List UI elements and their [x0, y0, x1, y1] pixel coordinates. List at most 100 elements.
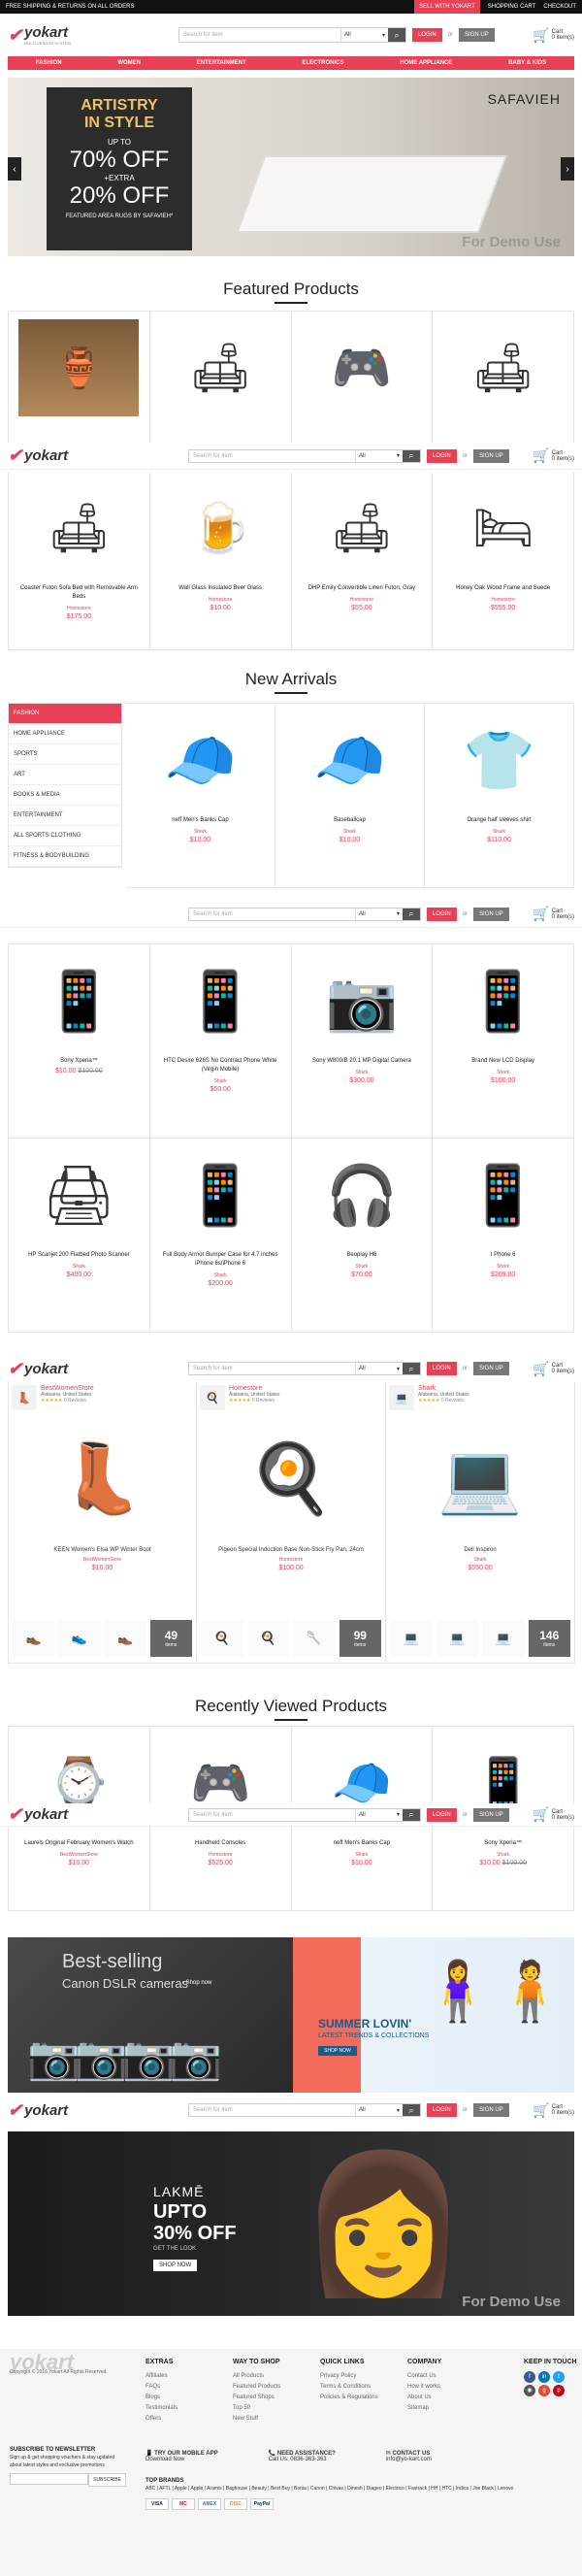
store-name[interactable]: Shark — [425, 829, 573, 835]
nav-item[interactable]: BABY & KIDS — [508, 60, 546, 66]
cart[interactable]: 🛒 Cart 0 item(s) — [533, 2102, 574, 2119]
search-button[interactable]: ⌕ — [403, 449, 420, 462]
login-button[interactable]: LOGIN — [427, 448, 457, 463]
mobile-app-block[interactable]: 📱 TRY OUR MOBILE APP Download Now — [146, 2450, 218, 2462]
shop-now-button[interactable]: SHOP NOW — [153, 2260, 198, 2271]
store-name[interactable]: Homestore — [229, 1385, 280, 1392]
store-name[interactable]: Shark — [275, 829, 424, 835]
footer-link[interactable]: How it works — [407, 2382, 441, 2393]
product-card[interactable]: 🧢 neff Men's Banks Cap Shark $10.00 — [126, 704, 275, 888]
login-button[interactable]: LOGIN — [412, 28, 442, 42]
more-items-button[interactable]: 146 items — [528, 1620, 570, 1657]
footer-link[interactable]: All Products — [233, 2371, 280, 2382]
product-name[interactable]: Laurels Original February Women's Watch — [9, 1839, 149, 1848]
signup-button[interactable]: SIGN UP — [473, 448, 509, 463]
footer-link[interactable]: Offers — [146, 2414, 178, 2425]
footer-link[interactable]: Policies & Regulations — [320, 2393, 378, 2403]
category-select[interactable]: All ▾ — [356, 2104, 403, 2116]
store-name[interactable]: Shark — [292, 1852, 433, 1858]
category-select[interactable]: All ▾ — [356, 450, 403, 462]
footer-link[interactable]: FAQs — [146, 2382, 178, 2393]
thumbnail[interactable]: 💻 — [482, 1620, 525, 1657]
search-button[interactable]: ⌕ — [403, 2104, 420, 2116]
checkout-link[interactable]: CHECKOUT — [543, 4, 576, 10]
search-input[interactable]: Search for item — [189, 908, 356, 920]
sidebar-category[interactable]: FASHION — [9, 704, 121, 724]
store-name[interactable]: Shark — [433, 1070, 573, 1075]
store-header[interactable]: 👢 BestWomenStore Alabama, United States ★★★… — [9, 1382, 196, 1415]
more-items-button[interactable]: 49 items — [149, 1620, 192, 1657]
search-button[interactable]: ⌕ — [403, 1808, 420, 1821]
signup-button[interactable]: SIGN UP — [473, 1362, 509, 1375]
rss-icon[interactable]: ◉ — [524, 2385, 535, 2396]
googleplus-icon[interactable]: g — [538, 2385, 550, 2396]
store-name[interactable]: Shark — [433, 1852, 573, 1858]
linkedin-icon[interactable]: in — [538, 2371, 550, 2383]
canon-banner[interactable]: Best-selling Canon DSLR cameras › Shop n… — [8, 1937, 293, 2093]
footer-link[interactable]: About Us — [407, 2393, 441, 2403]
nav-item[interactable]: ENTERTAINMENT — [197, 60, 246, 66]
footer-link[interactable]: Privacy Policy — [320, 2371, 378, 2382]
cart[interactable]: 🛒 Cart 0 item(s) — [533, 27, 574, 44]
store-name[interactable]: BestWomenStore — [9, 1852, 149, 1858]
thumbnail[interactable]: 💻 — [436, 1620, 478, 1657]
facebook-icon[interactable]: f — [524, 2371, 535, 2383]
nav-item[interactable]: ELECTRONICS — [302, 60, 343, 66]
store-product-name[interactable]: KEEN Women's Elsa WP Winter Boot — [9, 1547, 196, 1553]
category-select[interactable]: All ▾ — [356, 1809, 403, 1821]
footer-link[interactable]: Featured Shops — [233, 2393, 280, 2403]
search-button[interactable]: ⌕ — [403, 908, 420, 920]
login-button[interactable]: LOGIN — [427, 1807, 457, 1822]
sell-button[interactable]: SELL WITH YOKART — [414, 0, 480, 14]
product-card[interactable]: 🛏 Honey Oak Wood Frame and Suede Homestore… — [433, 472, 574, 650]
footer-link[interactable]: Blogs — [146, 2393, 178, 2403]
footer-link[interactable]: Featured Products — [233, 2382, 280, 2393]
product-card[interactable]: 🛋 Coaster Futon Sofa Bed with Removable A… — [9, 472, 150, 650]
pinterest-icon[interactable]: p — [553, 2385, 565, 2396]
store-name[interactable]: Shark — [418, 1385, 469, 1392]
store-name[interactable]: Shark — [292, 1264, 433, 1270]
store-name[interactable]: Homestore — [150, 597, 291, 603]
product-name[interactable]: DHP Emily Convertible Linen Futon, Gray — [292, 584, 433, 593]
sidebar-category[interactable]: FITNESS & BODYBUILDING — [9, 846, 121, 867]
footer-link[interactable]: Top 50 — [233, 2403, 280, 2414]
product-name[interactable]: HP Scanjet 200 Flatbed Photo Scanner — [9, 1251, 149, 1260]
thumbnail[interactable]: 🍳 — [201, 1620, 243, 1657]
product-name[interactable]: Beoplay H6 — [292, 1251, 433, 1260]
logo[interactable]: ✔ yokart — [8, 1359, 182, 1379]
store-name[interactable]: Shark — [126, 829, 275, 835]
product-name[interactable]: neff Men's Banks Cap — [292, 1839, 433, 1848]
cart[interactable]: 🛒 Cart 0 item(s) — [533, 1361, 574, 1377]
footer-link[interactable]: Affiliates — [146, 2371, 178, 2382]
next-arrow-icon[interactable]: › — [561, 157, 574, 181]
product-name[interactable]: Brand New LCD Display — [433, 1057, 573, 1066]
product-card[interactable]: 🧢 Baseballcap Shark $10.00 — [275, 704, 425, 888]
store-name[interactable]: Shark — [150, 1078, 291, 1084]
store-product-name[interactable]: Dell Inspiron — [386, 1547, 574, 1553]
sidebar-category[interactable]: HOME APPLIANCE — [9, 724, 121, 744]
sidebar-category[interactable]: ENTERTAINMENT — [9, 806, 121, 826]
product-card[interactable]: 👕 Orange half sleeves shirt Shark $110.00 — [425, 704, 574, 888]
store-header[interactable]: 💻 Shark Alabama, United States ★★★★★ 0 Revi… — [386, 1382, 574, 1415]
product-card[interactable]: 🛋 DHP Emily Convertible Linen Futon, Gray… — [291, 472, 434, 650]
logo[interactable]: ✔ yokart — [8, 2100, 182, 2121]
footer-link[interactable]: Testimonials — [146, 2403, 178, 2414]
search-button[interactable]: ⌕ — [388, 28, 405, 42]
product-card[interactable]: 📱 I Phone 6 Shark $209.00 — [433, 1139, 574, 1333]
twitter-icon[interactable]: t — [553, 2371, 565, 2383]
product-card[interactable]: 🎧 Beoplay H6 Shark $70.00 — [291, 1139, 434, 1333]
logo[interactable]: ✔ yokart MULTI-VENDOR SYSTEM — [8, 24, 173, 46]
shop-now-link[interactable]: › Shop now — [182, 1980, 211, 1986]
sidebar-category[interactable]: ART — [9, 765, 121, 785]
store-name[interactable]: Shark — [292, 1070, 433, 1075]
product-name[interactable]: I Phone 6 — [433, 1251, 573, 1260]
newsletter-email-input[interactable] — [10, 2473, 89, 2485]
search-input[interactable]: Search for item — [189, 449, 356, 462]
product-name[interactable]: Full Body Armor Bumper Case for 4.7 inch… — [150, 1251, 291, 1269]
search-button[interactable]: ⌕ — [403, 1363, 420, 1374]
cart[interactable]: 🛒 Cart 0 item(s) — [533, 447, 574, 464]
nav-item[interactable]: FASHION — [36, 60, 62, 66]
product-card[interactable]: 🎮 — [291, 312, 434, 447]
product-name[interactable]: Coaster Futon Sofa Bed with Removable Ar… — [9, 584, 149, 602]
search-input[interactable]: Search for item — [189, 2104, 356, 2116]
